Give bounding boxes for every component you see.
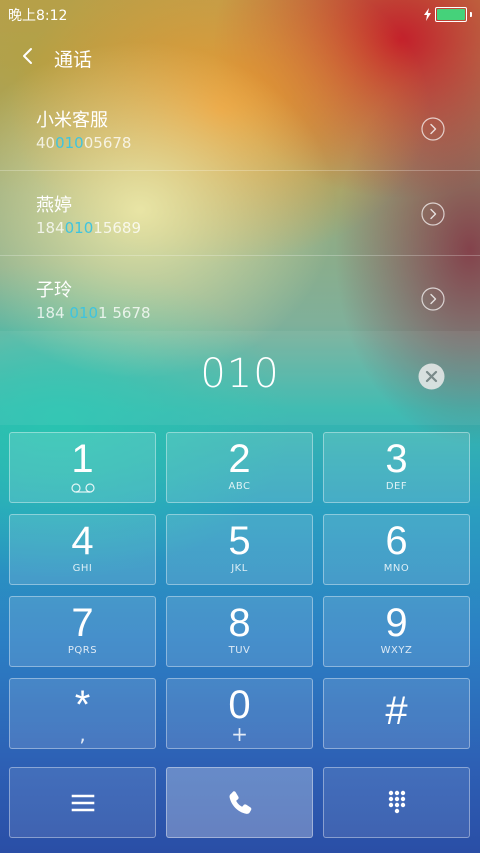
number-part: 15689 [93, 219, 141, 237]
contact-number: 184 0101 5678 [36, 304, 151, 322]
key-letters: , [79, 722, 86, 746]
menu-icon [71, 794, 94, 811]
number-part: 184 [36, 304, 70, 322]
contact-row-3[interactable]: 子玲 184 0101 5678 [0, 256, 480, 340]
key-digit: 6 [385, 519, 408, 563]
number-match-highlight: 010 [64, 219, 94, 237]
key-digit: 5 [228, 519, 251, 563]
key-letters: + [231, 722, 248, 746]
key-letters: JKL [231, 563, 248, 574]
key-letters: DEF [385, 481, 408, 492]
status-time: 晚上8:12 [8, 8, 68, 24]
key-6[interactable]: 6 MNO [323, 514, 470, 585]
key-digit: 4 [71, 519, 94, 563]
key-digit: 9 [385, 601, 408, 645]
battery-level [437, 9, 465, 20]
key-letters: WXYZ [380, 645, 413, 656]
contact-results-list: 小米客服 4001005678 燕婷 18401015689 子玲 184 01… [0, 86, 480, 340]
contact-number: 18401015689 [36, 219, 141, 237]
phone-icon [229, 790, 251, 814]
key-digit: 0 [228, 683, 251, 727]
contact-row-1[interactable]: 小米客服 4001005678 [0, 86, 480, 171]
key-digit: 7 [71, 601, 94, 645]
battery-cap [470, 12, 472, 17]
key-1[interactable]: 1 [9, 432, 156, 503]
contact-name: 燕婷 [36, 195, 72, 216]
contact-number: 4001005678 [36, 134, 131, 152]
detail-arrow-icon[interactable] [421, 202, 445, 226]
number-part: 40 [36, 134, 56, 152]
dialed-number: 010 [200, 351, 280, 397]
dialpad-icon [388, 790, 405, 813]
key-8[interactable]: 8 TUV [166, 596, 313, 667]
detail-arrow-icon[interactable] [421, 287, 445, 311]
key-2[interactable]: 2 ABC [166, 432, 313, 503]
key-5[interactable]: 5 JKL [166, 514, 313, 585]
key-7[interactable]: 7 PQRS [9, 596, 156, 667]
battery-indicator [423, 7, 472, 22]
dialpad-toggle-button[interactable] [323, 767, 470, 838]
key-letters: TUV [228, 645, 251, 656]
number-match-highlight: 010 [69, 304, 99, 322]
back-chevron-icon[interactable] [16, 44, 40, 68]
key-digit: 3 [385, 437, 408, 481]
dialer-actions [9, 767, 471, 838]
clear-icon[interactable] [418, 363, 445, 390]
key-star[interactable]: * , [9, 678, 156, 749]
number-part: 184 [36, 219, 65, 237]
number-match-highlight: 010 [55, 134, 84, 152]
charging-icon [424, 8, 431, 21]
contact-row-2[interactable]: 燕婷 18401015689 [0, 171, 480, 256]
key-digit: # [385, 689, 408, 733]
key-digit: 8 [228, 601, 251, 645]
contact-name: 小米客服 [36, 110, 108, 131]
key-hash[interactable]: # [323, 678, 470, 749]
menu-button[interactable] [9, 767, 156, 838]
call-button[interactable] [166, 767, 313, 838]
key-0[interactable]: 0 + [166, 678, 313, 749]
key-9[interactable]: 9 WXYZ [323, 596, 470, 667]
number-part: 05678 [83, 134, 132, 152]
key-letters: PQRS [67, 645, 98, 656]
contact-name: 子玲 [36, 280, 72, 301]
voicemail-icon [70, 483, 95, 493]
key-digit: 2 [228, 437, 251, 481]
key-3[interactable]: 3 DEF [323, 432, 470, 503]
key-digit: * [74, 683, 91, 727]
battery-icon [435, 7, 467, 22]
key-digit: 1 [71, 437, 94, 481]
detail-arrow-icon[interactable] [421, 117, 445, 141]
page-title: 通话 [54, 49, 93, 71]
key-letters: GHI [72, 563, 93, 574]
number-part: 1 5678 [98, 304, 151, 322]
key-letters: MNO [383, 563, 410, 574]
dial-keypad: 1 2 ABC 3 DEF 4 GHI 5 JKL 6 MNO 7 PQRS 8… [9, 432, 471, 749]
key-letters: ABC [228, 481, 251, 492]
key-4[interactable]: 4 GHI [9, 514, 156, 585]
